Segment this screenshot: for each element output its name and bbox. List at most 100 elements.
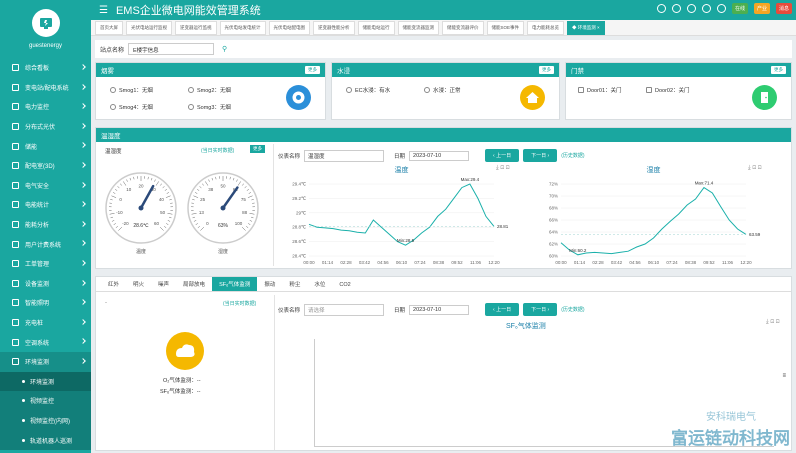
door-title: 门禁 [571, 68, 584, 75]
sidebar-item-icon [12, 338, 19, 346]
menu-toggle-icon[interactable]: ☰ [99, 5, 108, 16]
tab[interactable]: 储能SOE事件 [486, 20, 525, 35]
sidebar-item[interactable]: 变电站/配电系统 [0, 78, 91, 98]
sf-tab[interactable]: 红外 [101, 277, 126, 291]
tab[interactable]: 首页大屏 [95, 20, 123, 35]
gauge-tick-label: -10 [116, 210, 123, 215]
sidebar: guestenergy 综合看板 变电站/配电系统 电力监控 分布式光伏 储能 配电室(3… [0, 0, 91, 453]
gauge-tick-label: 13 [199, 210, 205, 215]
tab[interactable]: 逆变器性能分析 [313, 20, 355, 35]
status-badge-online[interactable]: 在线 [731, 3, 748, 14]
sf-next-day-button[interactable]: 下一日 › [523, 303, 558, 316]
th-history-link[interactable]: (历史数据) [561, 152, 584, 159]
bell-icon[interactable] [686, 4, 696, 13]
sidebar-item-icon [12, 240, 19, 248]
sidebar-item[interactable]: 工单管理 [0, 254, 91, 274]
water-more-button[interactable]: 更多 [539, 66, 554, 74]
sf-tab[interactable]: 局部放电 [176, 277, 212, 291]
sidebar-item[interactable]: 电气安全 [0, 176, 91, 196]
status-badge-message[interactable]: 消息 [775, 3, 792, 14]
sidebar-item-label: 充电桩 [25, 321, 44, 328]
th-panel: 温湿度 温湿度 (当日实时数据) 更多 -20 -10 0 10 20 30 40 50 60 2… [95, 127, 792, 269]
status-badge-industry[interactable]: 产业 [753, 3, 770, 14]
gauge-tick-label: -20 [122, 221, 129, 226]
tab[interactable]: 储能变流器评价 [442, 20, 484, 35]
chart-toolbox-icons[interactable]: ⤓ ⊡ ⊡ [748, 165, 762, 172]
sf-prev-day-button[interactable]: ‹ 上一日 [485, 303, 520, 316]
sf-tab[interactable]: 噪声 [151, 277, 176, 291]
sidebar-item[interactable]: 用户计费系统 [0, 234, 91, 254]
x-tick-label: 01:14 [322, 260, 334, 265]
sidebar-item[interactable]: 智能照明 [0, 293, 91, 313]
sf-tab[interactable]: SF₆气体监测 [212, 277, 258, 291]
sf-tab[interactable]: 振动 [257, 277, 282, 291]
sidebar-item[interactable]: 分布式光伏 [0, 117, 91, 137]
sf-history-link[interactable]: (历史数据) [561, 306, 584, 313]
sidebar-item[interactable]: 设备监测 [0, 274, 91, 294]
sidebar-item-label: 能耗分析 [25, 223, 50, 230]
x-tick-label: 03:42 [359, 260, 371, 265]
sf-tab[interactable]: 明火 [126, 277, 151, 291]
sidebar-item[interactable]: 电力监控 [0, 97, 91, 117]
chart-title: 温度 [395, 165, 409, 174]
tab[interactable]: 光伏电站配电图 [268, 20, 310, 35]
chevron-icon [80, 181, 86, 188]
globe-icon[interactable] [656, 4, 666, 13]
sidebar-subitem[interactable]: 环境监测 [0, 371, 91, 392]
th-more-button[interactable]: 更多 [250, 145, 265, 153]
tab[interactable]: ◆ 环境监测 × [567, 20, 605, 35]
search-icon[interactable]: ⚲ [222, 45, 227, 53]
th-label: 温湿度 [105, 149, 122, 155]
th-device-select[interactable]: 温湿度 [304, 149, 385, 162]
sf-tabs: 红外 明火 噪声 局部放电 SF₆气体监测 振动 粉尘 水位 CO2 [96, 277, 791, 292]
sf-device-label: 仪表名称 [278, 307, 301, 314]
sf-tab[interactable]: 水位 [307, 277, 332, 291]
door-item: Door01：关门 [578, 86, 622, 94]
x-tick-label: 07:24 [666, 260, 678, 265]
th-prev-day-button[interactable]: ‹ 上一日 [485, 149, 520, 162]
tab[interactable]: 光伏电站发电统计 [219, 20, 266, 35]
th-live-link[interactable]: (当日实时数据) [201, 147, 234, 154]
sidebar-item[interactable]: 综合看板 [0, 58, 91, 78]
sidebar-item[interactable]: 能耗分析 [0, 215, 91, 235]
sidebar-item-label: 工单管理 [25, 262, 50, 269]
sf-tab[interactable]: 粉尘 [282, 277, 307, 291]
x-tick-label: 09:52 [451, 260, 463, 265]
sidebar-item[interactable]: 空调系统 [0, 332, 91, 352]
door-more-button[interactable]: 更多 [771, 66, 786, 74]
app-title: EMS企业微电网能效管理系统 [115, 5, 261, 17]
sidebar-item[interactable]: 配电室(3D) [0, 156, 91, 176]
tab[interactable]: 储能变流器监测 [397, 20, 439, 35]
sidebar-item[interactable]: 充电桩 [0, 313, 91, 333]
sf-tab[interactable]: CO2 [332, 279, 357, 291]
sf-date-label: 日期 [394, 307, 406, 314]
sidebar-subitem[interactable]: 视频监控 [0, 391, 91, 411]
site-input[interactable]: E楼宇信息 [128, 43, 215, 55]
sidebar-item[interactable]: 环境监测 [0, 351, 91, 372]
sidebar-subitem-label: 视频监控 [30, 399, 55, 406]
tab[interactable]: 电力能耗总览 [527, 20, 565, 35]
tab[interactable]: 逆变器运行监视 [175, 20, 217, 35]
fullscreen-icon[interactable] [716, 4, 726, 13]
mute-icon[interactable] [701, 4, 711, 13]
menu-icon[interactable]: ≡ [782, 373, 786, 379]
y-tick-label: 28.8℃ [292, 225, 307, 230]
sidebar-item[interactable]: 电能统计 [0, 195, 91, 215]
sf-date-input[interactable]: 2023-07-10 [409, 304, 470, 315]
tab[interactable]: 储能电站运行 [357, 20, 395, 35]
sidebar-item[interactable]: 储能 [0, 136, 91, 156]
chart-toolbox-icons[interactable]: ⤓ ⊡ ⊡ [766, 319, 780, 326]
smoke-more-button[interactable]: 更多 [305, 66, 320, 74]
th-date-input[interactable]: 2023-07-10 [409, 150, 470, 161]
x-tick-label: 01:14 [574, 260, 586, 265]
tab[interactable]: 光伏电站运行监视 [126, 20, 172, 35]
smoke-panel: 烟雾 更多 Smog1：无烟 Smog2：无烟 Smog4：无烟 Somg3：无烟 [95, 62, 326, 120]
chart-toolbox-icons[interactable]: ⤓ ⊡ ⊡ [496, 165, 510, 172]
gear-icon[interactable] [671, 4, 681, 13]
sf-device-select[interactable]: 请选择 [304, 303, 385, 316]
sidebar-item-label: 电力监控 [25, 105, 50, 112]
sidebar-subitem[interactable]: 轨道机器人巡测 [0, 430, 91, 450]
sf-live-link[interactable]: (当日实时数据) [223, 300, 256, 307]
th-next-day-button[interactable]: 下一日 › [523, 149, 558, 162]
sidebar-subitem[interactable]: 视频监控(内网) [0, 410, 91, 431]
